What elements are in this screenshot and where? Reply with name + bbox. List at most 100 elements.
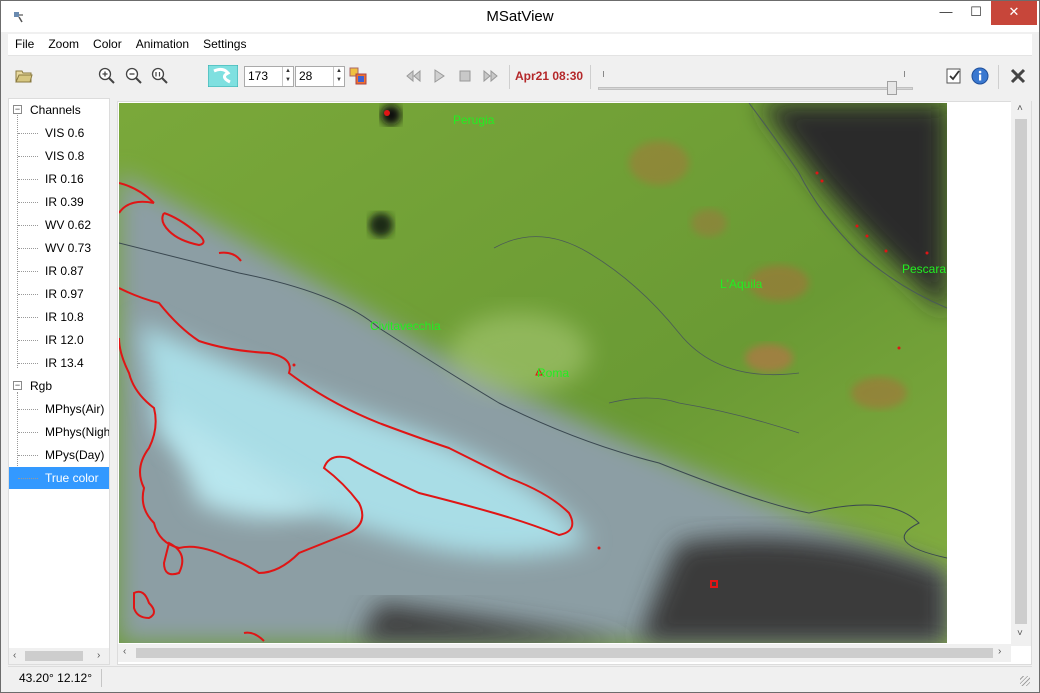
menu-bar: File Zoom Color Animation Settings [8,34,1032,55]
tree-item-label: IR 0.16 [45,172,84,186]
collapse-icon[interactable]: − [13,105,22,114]
tree-item-ir-0-97[interactable]: IR 0.97 [9,283,109,305]
open-folder-icon[interactable] [15,67,33,85]
tree-connector [18,225,38,226]
zoom-out-icon[interactable] [125,67,143,85]
tree-item-mphys-night[interactable]: MPhys(Night) [9,421,109,443]
tree-connector [18,409,38,410]
spinner-b-value: 28 [299,69,313,83]
tree-horizontal-scrollbar[interactable]: ‹ › [9,648,109,664]
scroll-right-icon[interactable]: › [998,646,1001,657]
minimize-button[interactable]: — [931,1,961,25]
menu-color[interactable]: Color [86,34,129,55]
scroll-thumb[interactable] [1015,119,1027,624]
tree-connector [18,179,38,180]
tree-connector [18,478,38,479]
tree-item-ir-10-8[interactable]: IR 10.8 [9,306,109,328]
status-bar: 43.20° 12.12° [8,666,1032,688]
maximize-button[interactable]: ☐ [961,1,991,25]
tree-connector [18,340,38,341]
scroll-down-icon[interactable]: ˅ [1017,628,1023,639]
tree-connector [18,156,38,157]
tree-item-label: IR 13.4 [45,356,84,370]
tree-item-vis-0-6[interactable]: VIS 0.6 [9,122,109,144]
menu-zoom[interactable]: Zoom [41,34,86,55]
map-vertical-scrollbar[interactable]: ˄ ˅ [1011,101,1031,646]
tree-item-wv-0-73[interactable]: WV 0.73 [9,237,109,259]
tree-node-label: Rgb [30,379,53,393]
satellite-image[interactable]: Perugia Pescara L'Aquila Civitavecchia R… [119,103,947,643]
map-viewport[interactable]: Perugia Pescara L'Aquila Civitavecchia R… [117,101,1032,665]
toolbar-separator [998,65,999,89]
tree-item-label: IR 12.0 [45,333,84,347]
menu-animation[interactable]: Animation [129,34,196,55]
tree-item-label: MPhys(Air) [45,402,105,416]
checklist-icon[interactable] [945,67,963,85]
tree-item-label: WV 0.62 [45,218,92,232]
city-label-laquila: L'Aquila [720,277,763,291]
tree-item-ir-0-87[interactable]: IR 0.87 [9,260,109,282]
map-horizontal-scrollbar[interactable]: ‹ › [118,644,1011,662]
time-slider-track[interactable] [598,87,913,90]
spinner-b-arrows[interactable]: ▲ ▼ [333,67,344,86]
tree-item-ir-13-4[interactable]: IR 13.4 [9,352,109,374]
tree-connector [18,294,38,295]
tree-item-vis-0-8[interactable]: VIS 0.8 [9,145,109,167]
time-slider-thumb[interactable] [887,81,898,95]
menu-divider [8,55,1032,56]
menu-settings[interactable]: Settings [196,34,253,55]
tree-item-mphys-air[interactable]: MPhys(Air) [9,398,109,420]
title-bar[interactable]: MSatView — ☐ ✕ [1,1,1039,32]
tree-item-label: VIS 0.8 [45,149,85,163]
zoom-reset-icon[interactable] [151,67,169,85]
tree-node-channels[interactable]: − Channels [11,99,111,121]
info-icon[interactable] [971,67,989,85]
zoom-in-icon[interactable] [98,67,116,85]
city-label-civitavecchia: Civitavecchia [370,319,441,333]
tree-node-rgb[interactable]: − Rgb [11,375,111,397]
tree-connector [18,432,38,433]
spinner-a-arrows[interactable]: ▲ ▼ [282,67,293,86]
tree-connector [18,202,38,203]
tree-item-label: MPys(Day) [45,448,105,462]
rewind-icon[interactable] [404,67,422,85]
play-icon[interactable] [430,67,448,85]
city-label-perugia: Perugia [453,113,495,127]
fast-forward-icon[interactable] [482,67,500,85]
tree-item-ir-12-0[interactable]: IR 12.0 [9,329,109,351]
scroll-left-icon[interactable]: ‹ [123,646,126,657]
collapse-icon[interactable]: − [13,381,22,390]
tree-connector [18,248,38,249]
scroll-left-icon[interactable]: ‹ [13,650,16,661]
scroll-thumb[interactable] [25,651,83,661]
status-separator [101,669,102,687]
colormap-icon[interactable] [208,65,238,87]
toolbar: 173 ▲ ▼ 28 ▲ ▼ Apr21 08:30 [8,57,1032,97]
city-label-roma: Roma [537,366,569,380]
channel-spinner-a[interactable]: 173 ▲ ▼ [244,66,294,87]
channel-tree: − Channels VIS 0.6 VIS 0.8 IR 0.16 IR 0.39 W… [8,98,110,665]
tree-item-label: IR 0.97 [45,287,84,301]
palette-icon[interactable] [349,67,367,85]
tree-item-wv-0-62[interactable]: WV 0.62 [9,214,109,236]
menu-file[interactable]: File [8,34,41,55]
scroll-right-icon[interactable]: › [97,650,100,661]
tree-item-true-color[interactable]: True color [9,467,109,489]
resize-grip-icon[interactable] [1020,676,1030,686]
scroll-up-icon[interactable]: ˄ [1017,103,1023,114]
exit-icon[interactable] [1009,67,1027,85]
frame-datetime: Apr21 08:30 [515,69,584,83]
scroll-thumb[interactable] [136,648,993,658]
close-window-button[interactable]: ✕ [991,1,1037,25]
tree-connector [18,271,38,272]
tree-item-mpys-day[interactable]: MPys(Day) [9,444,109,466]
city-label-pescara: Pescara [902,262,946,276]
tree-item-label: IR 0.39 [45,195,84,209]
toolbar-separator [509,65,510,89]
channel-spinner-b[interactable]: 28 ▲ ▼ [295,66,345,87]
spinner-a-value: 173 [248,69,269,83]
tree-item-ir-0-16[interactable]: IR 0.16 [9,168,109,190]
tree-item-ir-0-39[interactable]: IR 0.39 [9,191,109,213]
app-window: MSatView — ☐ ✕ File Zoom Color Animation Set… [0,0,1040,693]
stop-icon[interactable] [456,67,474,85]
